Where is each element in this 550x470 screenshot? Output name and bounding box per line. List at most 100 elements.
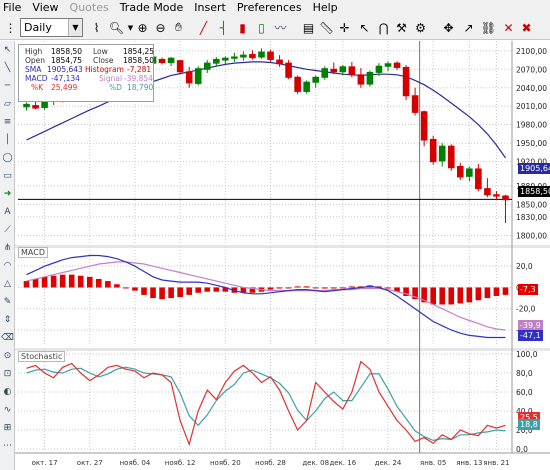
macd-histogram-bar <box>168 287 174 299</box>
wave-tool-icon[interactable]: ∿ <box>0 403 15 417</box>
measure-tool-icon[interactable]: ⇕ <box>0 313 15 327</box>
pin-icon[interactable]: ✥ <box>440 19 457 36</box>
menu-insert[interactable]: Insert <box>194 1 226 14</box>
vline-tool-icon[interactable]: │ <box>0 133 15 147</box>
sma-label: SMA <box>25 65 42 74</box>
magnify-tool-icon[interactable]: ⊙ <box>0 349 15 363</box>
line-tool-icon[interactable]: ╲ <box>0 61 15 75</box>
ellipse-tool-icon[interactable]: ◯ <box>0 151 15 165</box>
macd-histogram-bar <box>267 287 274 290</box>
ohlc-info-box: High 1858,50 Low 1854,25 Open 1854,75 Cl… <box>18 44 154 102</box>
gann-tool-icon[interactable]: ⟋ <box>0 223 15 237</box>
close-icon[interactable]: ✕ <box>500 19 517 36</box>
macd-tick-label: -20,0 <box>516 305 536 314</box>
ruler-icon[interactable]: 📏︎ <box>318 19 335 36</box>
macd-histogram-bar <box>303 286 310 288</box>
line-style-icon[interactable]: 〰 <box>272 19 289 36</box>
candle-body <box>240 54 247 58</box>
candle-body <box>258 51 265 58</box>
macd-histogram-bar <box>68 274 75 288</box>
bar-style-icon[interactable]: ┤ <box>215 19 232 36</box>
sma-price-tag: 1905,64 <box>518 163 550 174</box>
candle-body <box>249 54 256 59</box>
candle-body <box>194 68 202 84</box>
candle-style-icon[interactable]: ▮ <box>234 19 251 36</box>
stoch-tick-label: 80,0 <box>516 369 533 378</box>
macd-value: -47,134 <box>51 74 80 83</box>
menu-quotes[interactable]: Quotes <box>70 1 109 14</box>
crosshair-icon[interactable]: ✛ <box>336 19 353 36</box>
stoch-tick-label: 60,0 <box>516 388 533 397</box>
more-tools-icon[interactable]: ⋯ <box>0 439 15 453</box>
trendline-icon[interactable]: ╱ <box>195 19 212 36</box>
menu-view[interactable]: View <box>32 1 58 14</box>
period-select[interactable]: Daily ▼ <box>20 18 83 37</box>
zoom-out-icon[interactable]: ⊖ <box>152 19 169 36</box>
settings-icon[interactable]: ⚙︎ <box>412 19 429 36</box>
stoch-tick-label: 100,0 <box>516 350 538 359</box>
chart-type-icon[interactable]: ⌇ <box>88 19 105 36</box>
macd-histogram-bar <box>123 287 129 289</box>
candle-body <box>267 51 274 60</box>
candle-body <box>312 76 320 83</box>
macd-histogram-bar <box>502 287 509 295</box>
arrow-icon[interactable]: ↗ <box>460 19 477 36</box>
x-tick-label: нояб. 12 <box>165 459 196 467</box>
zoom-in-icon[interactable]: ⊕ <box>134 19 151 36</box>
macd-label: MACD <box>25 74 48 83</box>
fibo-tool-icon[interactable]: ≡ <box>0 115 15 129</box>
arrow-up-tool-icon[interactable]: ➜ <box>0 187 15 201</box>
menu-trade-mode[interactable]: Trade Mode <box>120 1 184 14</box>
grid-tool-icon[interactable]: ⊞ <box>0 421 15 435</box>
price-tick-label: 2010,00 <box>516 102 547 111</box>
menu-file[interactable]: File <box>3 1 21 14</box>
triangle-tool-icon[interactable]: △ <box>0 277 15 291</box>
close-label: Close <box>93 56 114 65</box>
brush-tool-icon[interactable]: ✎ <box>0 295 15 309</box>
x-tick-label: окт. 17 <box>32 459 58 467</box>
macd-histogram-bar <box>204 287 211 292</box>
price-tick-label: 1980,00 <box>516 121 547 130</box>
macd-histogram-bar <box>330 287 337 289</box>
hline-tool-icon[interactable]: ─ <box>0 79 15 93</box>
macd-histogram-bar <box>294 286 301 288</box>
rect-tool-icon[interactable]: ▭ <box>0 169 15 183</box>
hand-icon[interactable]: ✋︎ <box>170 19 187 36</box>
menu-bar: File View Quotes Trade Mode Insert Preference… <box>0 0 550 15</box>
delete-icon[interactable]: ✖ <box>518 19 535 36</box>
indicators-icon[interactable]: ▤ <box>300 19 317 36</box>
link-icon[interactable]: ⛓︎ <box>480 19 497 36</box>
tools-icon[interactable]: ⚒︎ <box>393 19 410 36</box>
price-tick-label: 2100,00 <box>516 47 547 56</box>
menu-preferences[interactable]: Preferences <box>237 1 302 14</box>
cursor-icon[interactable]: ↖ <box>356 19 373 36</box>
select-tool-icon[interactable]: ↖ <box>0 43 15 57</box>
macd-histogram-bar <box>96 278 102 288</box>
macd-histogram-bar <box>285 287 292 289</box>
magnet-icon[interactable]: ⋂ <box>375 19 392 36</box>
candle-body <box>438 145 446 162</box>
signal-label: Signal <box>99 74 123 83</box>
channel-tool-icon[interactable]: ▱ <box>0 97 15 111</box>
menu-help[interactable]: Help <box>313 1 338 14</box>
eraser-tool-icon[interactable]: ⌫ <box>0 331 15 345</box>
up-candle-icon[interactable]: ▯ <box>253 19 270 36</box>
chevron-down-icon[interactable]: ▼ <box>68 19 82 36</box>
lock-tool-icon[interactable]: ⊡ <box>0 367 15 381</box>
macd-histogram-bar <box>439 287 446 305</box>
low-label: Low <box>93 47 108 56</box>
hide-tool-icon[interactable]: ◐ <box>0 385 15 399</box>
candle-body <box>303 81 310 92</box>
cycle-tool-icon[interactable]: ◠ <box>0 259 15 273</box>
price-tick-label: 2040,00 <box>516 84 547 93</box>
pitchfork-tool-icon[interactable]: ⋔ <box>0 241 15 255</box>
candle-body <box>32 105 39 109</box>
k-label: %K <box>31 83 44 92</box>
text-tool-icon[interactable]: A <box>0 205 15 219</box>
open-value: 1854,75 <box>51 56 83 65</box>
chart-canvas[interactable]: окт. 17 окт. 27 нояб. 04 нояб. 12 нояб. 20 но… <box>15 41 550 470</box>
macd-histogram-bar <box>457 287 464 304</box>
macd-histogram-bar <box>177 287 183 298</box>
candle-body <box>502 195 509 201</box>
stoch-d-line <box>26 366 506 442</box>
